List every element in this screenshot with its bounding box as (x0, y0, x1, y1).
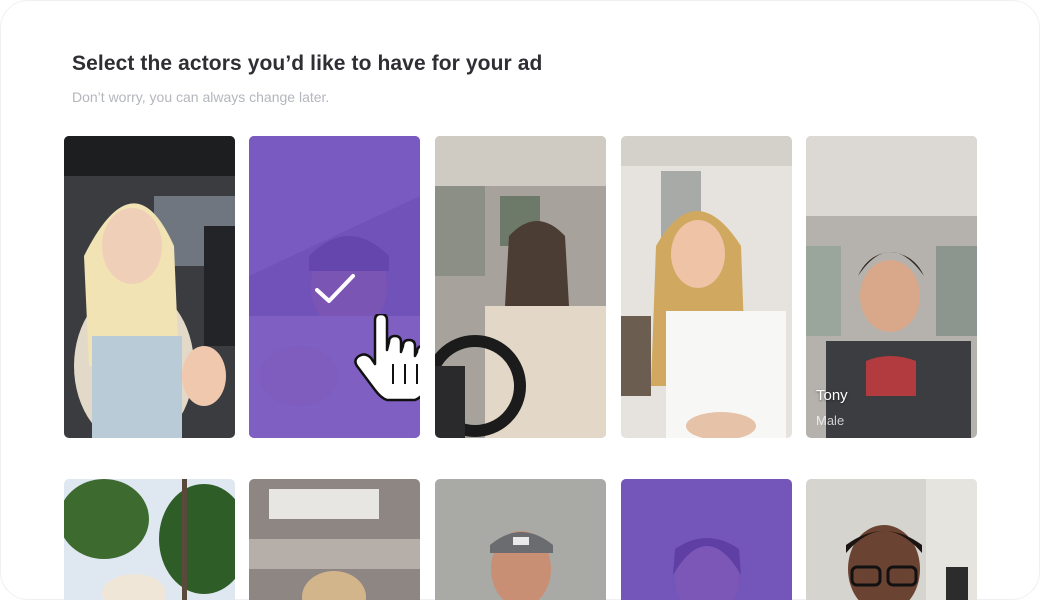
checkmark-icon (315, 274, 355, 303)
actor-card[interactable] (435, 479, 606, 600)
actor-card-selected[interactable] (249, 136, 420, 438)
actor-gender: Male (816, 413, 845, 428)
actor-card[interactable] (249, 479, 420, 600)
actor-card-selected[interactable] (621, 479, 792, 600)
actor-card[interactable] (435, 136, 606, 438)
actor-name: Tony (816, 387, 848, 404)
actor-photo (64, 136, 235, 438)
actor-photo (64, 479, 235, 600)
actor-photo (806, 479, 977, 600)
actor-card[interactable]: Tony Male (806, 136, 977, 438)
actor-photo (435, 136, 606, 438)
actor-card[interactable] (64, 136, 235, 438)
page-subtitle: Don’t worry, you can always change later… (72, 89, 330, 105)
actor-photo (435, 479, 606, 600)
selection-overlay (621, 479, 792, 600)
actor-photo (621, 136, 792, 438)
actor-photo (249, 479, 420, 600)
actor-card[interactable] (621, 136, 792, 438)
actor-card[interactable] (64, 479, 235, 600)
hand-pointer-icon (354, 314, 420, 402)
page-title: Select the actors you’d like to have for… (72, 52, 543, 75)
actor-selection-panel: Select the actors you’d like to have for… (0, 0, 1040, 600)
actor-card[interactable] (806, 479, 977, 600)
